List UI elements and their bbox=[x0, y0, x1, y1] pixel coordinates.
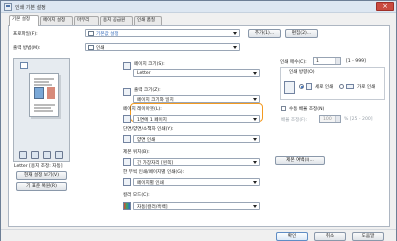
binding-margin-button[interactable]: 제본 여백(I)... bbox=[275, 156, 325, 165]
printer-icon bbox=[4, 3, 12, 11]
layout-select[interactable]: 1면에 1 페이지 bbox=[133, 115, 260, 123]
edit-profile-button[interactable]: 편집(2)... bbox=[285, 29, 318, 38]
preview-image-icon bbox=[47, 87, 55, 99]
chevron-down-icon bbox=[253, 98, 257, 101]
chevron-down-icon bbox=[253, 118, 257, 121]
landscape-radio[interactable] bbox=[339, 84, 344, 89]
binding-icon bbox=[123, 158, 131, 166]
collate-select[interactable]: 페이지별 인쇄 bbox=[133, 178, 260, 186]
color-mode-select[interactable]: 자동[컬러/흑백] bbox=[133, 202, 260, 210]
portrait-radio[interactable] bbox=[299, 84, 304, 89]
preview-paper bbox=[29, 73, 59, 117]
add-profile-button[interactable]: 추가(1)... bbox=[248, 29, 281, 38]
close-button[interactable]: × bbox=[376, 2, 394, 11]
chevron-down-icon bbox=[233, 32, 237, 35]
profile-select[interactable]: 기본값 설정 bbox=[85, 29, 240, 37]
scale-label: 배율 조정(F): bbox=[281, 118, 308, 123]
output-size-label: 출력 크기(Z): bbox=[134, 88, 161, 93]
profile-icon bbox=[88, 31, 94, 36]
print-icon bbox=[88, 45, 94, 50]
title-bar: 인쇄 기본 설정 × bbox=[1, 1, 396, 13]
chevron-down-icon bbox=[233, 46, 237, 49]
copies-label: 인쇄 매수(C): bbox=[280, 60, 307, 65]
output-method-select[interactable]: 인쇄 bbox=[85, 43, 240, 51]
preview-image-icon bbox=[34, 87, 44, 99]
output-size-select[interactable]: 페이지 크기와 일치 bbox=[133, 95, 260, 103]
profile-label: 프로파일(F): bbox=[13, 32, 38, 37]
duplex-icon[interactable] bbox=[31, 151, 39, 159]
tab-basic-settings[interactable]: 기본 설정 bbox=[9, 15, 39, 26]
manual-scale-checkbox[interactable] bbox=[281, 106, 286, 111]
staple-icon[interactable] bbox=[43, 151, 51, 159]
help-button[interactable]: 도움말 bbox=[352, 232, 384, 241]
portrait-icon bbox=[306, 83, 312, 90]
scale-range: % [25 - 200] bbox=[344, 117, 373, 122]
binding-select[interactable]: 긴 가장자리 [왼쪽] bbox=[133, 158, 260, 166]
settings-icon[interactable] bbox=[55, 151, 63, 159]
scale-spinner[interactable]: 100 bbox=[319, 115, 341, 123]
binding-label: 제본 위치(B): bbox=[123, 150, 150, 155]
layout-icon bbox=[123, 115, 131, 123]
chevron-down-icon bbox=[253, 205, 257, 208]
portrait-label: 세로 인쇄 bbox=[315, 85, 334, 90]
page-size-icon bbox=[123, 62, 131, 70]
color-icon bbox=[123, 202, 131, 210]
cancel-button[interactable]: 취소 bbox=[314, 232, 346, 241]
collate-icon bbox=[123, 178, 131, 186]
chevron-down-icon bbox=[253, 161, 257, 164]
spin-down-icon[interactable] bbox=[335, 61, 340, 64]
tab-bar: 기본 설정 페이지 설정 마무리 용지 공급원 인쇄 품질 bbox=[9, 15, 389, 26]
layout-icon[interactable] bbox=[19, 151, 27, 159]
layout-label: 페이지 레이아웃(L): bbox=[123, 107, 162, 112]
view-settings-button[interactable]: 현재 설정 보기(V) bbox=[16, 171, 67, 180]
window-title: 인쇄 기본 설정 bbox=[15, 5, 46, 11]
output-size-icon bbox=[123, 88, 131, 96]
page-size-label: 페이지 크기(S): bbox=[134, 62, 165, 67]
orientation-icon bbox=[284, 81, 295, 94]
paper-info: Letter [용지 조정: 자동] bbox=[14, 164, 63, 169]
copies-spinner[interactable]: 1 bbox=[313, 57, 341, 65]
preview-toggle-icon[interactable] bbox=[20, 62, 28, 69]
copies-range: [1 - 999] bbox=[346, 59, 366, 64]
page-preview bbox=[13, 58, 70, 162]
color-mode-label: 컬러 모드(C): bbox=[123, 193, 150, 198]
spin-down-icon[interactable] bbox=[335, 119, 340, 122]
manual-scale-label: 수동 배율 조정(N) bbox=[289, 107, 325, 112]
tab-quality[interactable]: 인쇄 품질 bbox=[134, 16, 162, 25]
page-size-select[interactable]: Letter bbox=[133, 69, 260, 77]
duplex-icon bbox=[123, 135, 131, 143]
duplex-select[interactable]: 양면 인쇄 bbox=[133, 135, 260, 143]
restore-defaults-button[interactable]: 기 표준 복원(R) bbox=[16, 182, 67, 191]
orientation-label: 인쇄 방향(O) bbox=[288, 69, 316, 75]
duplex-label: 단면/양면/소책자 인쇄(Y): bbox=[123, 127, 174, 132]
landscape-label: 가로 인쇄 bbox=[357, 85, 376, 90]
output-method-label: 출력 방법(M): bbox=[13, 46, 41, 51]
tab-finishing[interactable]: 마무리 bbox=[74, 16, 99, 25]
chevron-down-icon bbox=[253, 138, 257, 141]
landscape-icon bbox=[346, 84, 354, 89]
dialog-footer: 확인 취소 도움말 bbox=[1, 229, 396, 241]
ok-button[interactable]: 확인 bbox=[276, 232, 308, 241]
chevron-down-icon bbox=[253, 181, 257, 184]
settings-panel: 프로파일(F): 기본값 설정 추가(1)... 편집(2)... 출력 방법(… bbox=[8, 25, 390, 227]
print-preferences-window: 인쇄 기본 설정 × 기본 설정 페이지 설정 마무리 용지 공급원 인쇄 품질… bbox=[0, 0, 397, 241]
chevron-down-icon bbox=[253, 72, 257, 75]
tab-paper-source[interactable]: 용지 공급원 bbox=[100, 16, 133, 25]
tab-page-setup[interactable]: 페이지 설정 bbox=[40, 16, 73, 25]
collate-label: 한 부씩 인쇄/페이지별 인쇄(G): bbox=[123, 170, 185, 175]
